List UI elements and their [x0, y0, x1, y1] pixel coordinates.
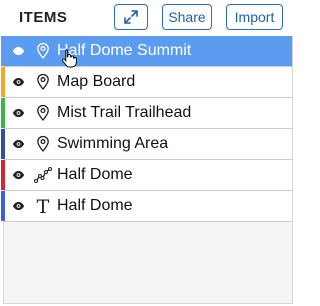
item-color-bar — [1, 160, 5, 190]
eye-icon[interactable] — [12, 138, 25, 150]
panel-title: ITEMS — [19, 9, 68, 26]
items-rows: Half Dome Summit Map Board Mist Trail Trai… — [1, 36, 292, 222]
expand-icon — [124, 10, 138, 24]
panel-header: ITEMS Share Import — [0, 0, 296, 36]
item-label: Half Dome Summit — [57, 42, 192, 59]
item-label: Half Dome — [57, 197, 133, 214]
path-line-icon — [34, 167, 52, 183]
items-panel: ITEMS Share Import Half Dome Summit Map B… — [0, 0, 296, 306]
eye-icon[interactable] — [12, 76, 25, 88]
svg-text:T: T — [37, 197, 50, 215]
item-color-bar — [1, 67, 5, 97]
list-item[interactable]: Half Dome Summit — [1, 36, 292, 67]
list-item[interactable]: Half Dome — [1, 160, 292, 191]
item-color-bar — [1, 36, 5, 66]
import-button[interactable]: Import — [226, 4, 283, 30]
eye-icon[interactable] — [12, 107, 25, 119]
item-color-bar — [1, 191, 5, 221]
item-color-bar — [1, 129, 5, 159]
item-color-bar — [1, 98, 5, 128]
items-list: Half Dome Summit Map Board Mist Trail Trai… — [1, 36, 293, 304]
item-label: Mist Trail Trailhead — [57, 104, 192, 121]
map-pin-icon — [37, 135, 49, 152]
map-pin-icon — [37, 104, 49, 121]
text-icon: T — [37, 197, 50, 215]
list-item[interactable]: Mist Trail Trailhead — [1, 98, 292, 129]
expand-button[interactable] — [114, 4, 148, 30]
item-label: Half Dome — [57, 166, 133, 183]
eye-icon[interactable] — [12, 200, 25, 212]
map-pin-icon — [37, 73, 49, 90]
item-label: Map Board — [57, 73, 136, 90]
map-pin-icon — [37, 42, 49, 59]
list-item[interactable]: Map Board — [1, 67, 292, 98]
hand-pointer-icon — [61, 49, 77, 68]
eye-icon[interactable] — [12, 45, 25, 57]
item-label: Swimming Area — [57, 135, 169, 152]
list-item[interactable]: T Half Dome — [1, 191, 292, 222]
share-button[interactable]: Share — [162, 4, 212, 30]
eye-icon[interactable] — [12, 169, 25, 181]
list-item[interactable]: Swimming Area — [1, 129, 292, 160]
